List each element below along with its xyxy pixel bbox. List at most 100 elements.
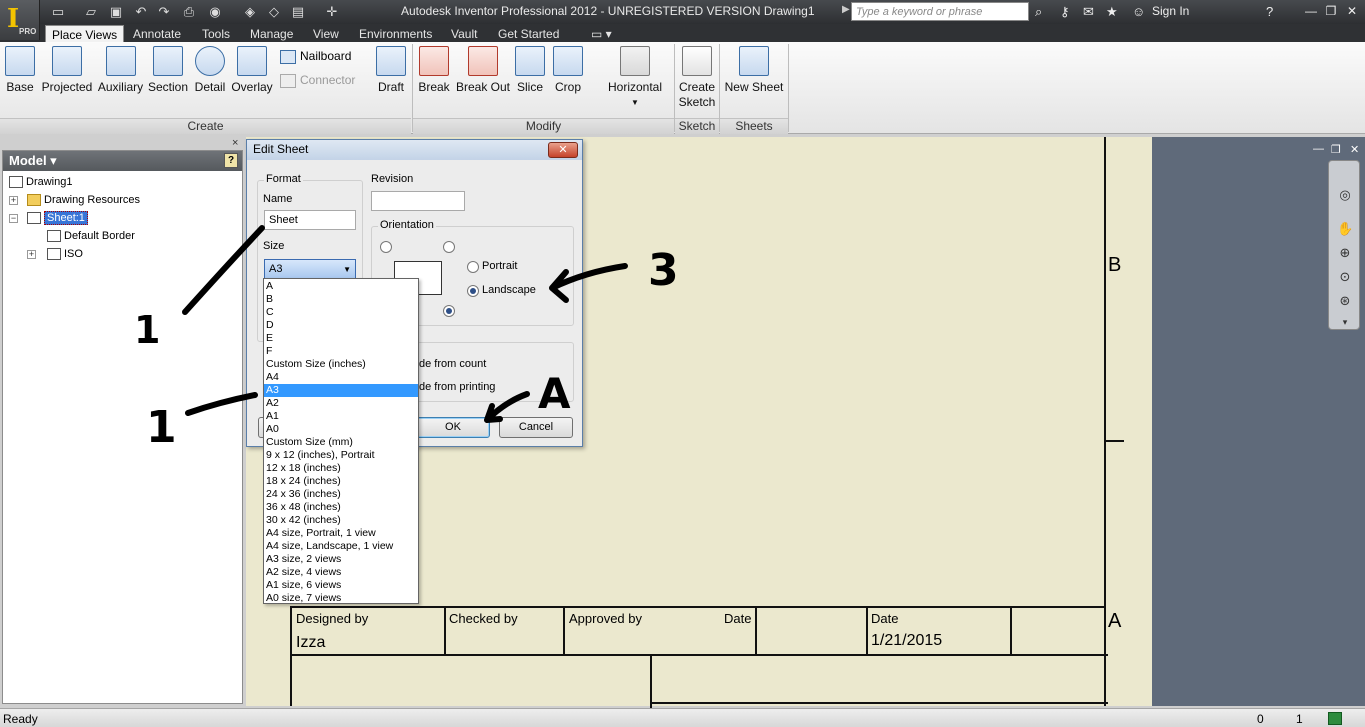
communication-icon[interactable]: ✉ (1083, 4, 1094, 20)
favorites-icon[interactable]: ★ (1106, 4, 1118, 20)
zoom-window-icon[interactable]: ⊛ (1337, 293, 1353, 309)
maximize-button[interactable]: ❐ (1322, 3, 1340, 19)
size-option[interactable]: A2 (264, 397, 418, 410)
help-icon[interactable]: ? (1266, 4, 1273, 19)
navbar-options-icon[interactable]: ▾ (1337, 314, 1353, 330)
size-option[interactable]: A4 size, Landscape, 1 view (264, 540, 418, 553)
tree-item-drawing-resources[interactable]: Drawing Resources (27, 194, 140, 207)
revision-input[interactable] (371, 191, 465, 211)
dialog-title-bar[interactable]: Edit Sheet ✕ (247, 140, 582, 160)
param-icon[interactable]: ▤ (290, 4, 306, 20)
size-option[interactable]: A4 (264, 371, 418, 384)
application-menu-button[interactable]: I PRO (0, 0, 40, 40)
size-option[interactable]: D (264, 319, 418, 332)
portrait-radio[interactable] (467, 261, 479, 273)
size-option[interactable]: 12 x 18 (inches) (264, 462, 418, 475)
exclude-from-count-label[interactable]: de from count (419, 358, 486, 370)
exclude-from-printing-label[interactable]: de from printing (419, 381, 495, 393)
break-button[interactable]: Break (417, 46, 451, 95)
new-icon[interactable]: ▭ (50, 4, 66, 20)
crop-button[interactable]: Crop (552, 46, 584, 95)
section-view-button[interactable]: Section (148, 46, 188, 95)
size-option[interactable]: A4 size, Portrait, 1 view (264, 527, 418, 540)
tree-item-default-border[interactable]: Default Border (47, 230, 135, 243)
print-icon[interactable]: ⎙ (181, 4, 197, 20)
cancel-button[interactable]: Cancel (499, 417, 573, 438)
canvas-restore-icon[interactable]: ❐ (1331, 143, 1341, 156)
size-option[interactable]: E (264, 332, 418, 345)
tree-item-iso-view[interactable]: ISO (47, 248, 83, 261)
tab-vault[interactable]: Vault (445, 25, 483, 42)
tab-annotate[interactable]: Annotate (127, 25, 187, 42)
steering-wheel-icon[interactable]: ◎ (1337, 187, 1353, 203)
ucs-icon[interactable]: ✛ (324, 4, 340, 20)
tree-item-drawing[interactable]: Drawing1 (9, 176, 72, 189)
size-option[interactable]: F (264, 345, 418, 358)
canvas-close-icon[interactable]: ✕ (1350, 143, 1359, 156)
browser-title[interactable]: Model ▾ (9, 153, 57, 168)
break-out-button[interactable]: Break Out (455, 46, 511, 95)
size-option[interactable]: 30 x 42 (inches) (264, 514, 418, 527)
canvas-minimize-icon[interactable]: — (1313, 143, 1324, 155)
binoculars-icon[interactable]: ⌕ (1035, 4, 1042, 20)
measure-icon[interactable]: ◇ (266, 4, 282, 20)
size-option[interactable]: A0 size, 7 views (264, 592, 418, 605)
tab-get-started[interactable]: Get Started (492, 25, 565, 42)
size-option[interactable]: 18 x 24 (inches) (264, 475, 418, 488)
base-view-button[interactable]: Base (4, 46, 36, 95)
expand-iso-icon[interactable]: + (27, 250, 36, 259)
undo-icon[interactable]: ↶ (133, 4, 149, 20)
key-icon[interactable]: ⚷ (1060, 4, 1070, 20)
size-option[interactable]: A2 size, 4 views (264, 566, 418, 579)
select-icon[interactable]: ◉ (207, 4, 223, 20)
size-option[interactable]: 9 x 12 (inches), Portrait (264, 449, 418, 462)
tree-item-sheet[interactable]: Sheet:1 (27, 211, 88, 225)
slice-button[interactable]: Slice (514, 46, 546, 95)
tab-manage[interactable]: Manage (244, 25, 299, 42)
browser-header[interactable]: Model ▾ ? (3, 151, 242, 171)
corner-top-left-radio[interactable] (380, 241, 392, 253)
size-option[interactable]: A3 size, 2 views (264, 553, 418, 566)
horizontal-align-button[interactable]: Horizontal ▼ (605, 46, 665, 110)
size-option[interactable]: A (264, 280, 418, 293)
browser-close-icon[interactable]: × (232, 137, 238, 149)
size-option[interactable]: A0 (264, 423, 418, 436)
dialog-close-button[interactable]: ✕ (548, 142, 578, 158)
corner-top-right-radio[interactable] (443, 241, 455, 253)
size-option[interactable]: C (264, 306, 418, 319)
zoom-icon[interactable]: ⊕ (1337, 245, 1353, 261)
redo-icon[interactable]: ↷ (156, 4, 172, 20)
overlay-view-button[interactable]: Overlay (231, 46, 273, 95)
size-option[interactable]: 36 x 48 (inches) (264, 501, 418, 514)
size-option[interactable]: B (264, 293, 418, 306)
projected-view-button[interactable]: Projected (40, 46, 94, 95)
tab-place-views[interactable]: Place Views (45, 25, 125, 42)
close-window-button[interactable]: ✕ (1343, 3, 1361, 19)
search-expand-icon[interactable]: ▶ (842, 4, 850, 15)
tab-view[interactable]: View (307, 25, 345, 42)
update-icon[interactable]: ◈ (242, 4, 258, 20)
sheet-name-input[interactable]: Sheet (264, 210, 356, 230)
create-sketch-button[interactable]: Create Sketch (678, 46, 716, 110)
horizontal-dropdown-icon[interactable]: ▼ (605, 95, 665, 110)
tab-tools[interactable]: Tools (196, 25, 236, 42)
ok-button[interactable]: OK (416, 417, 490, 438)
draft-view-button[interactable]: Draft (375, 46, 407, 95)
size-option[interactable]: Custom Size (inches) (264, 358, 418, 371)
expand-resources-icon[interactable]: + (9, 196, 18, 205)
zoom-all-icon[interactable]: ⊙ (1337, 269, 1353, 285)
minimize-button[interactable]: — (1302, 3, 1320, 19)
browser-help-icon[interactable]: ? (224, 153, 238, 168)
detail-view-button[interactable]: Detail (192, 46, 228, 95)
size-option[interactable]: 24 x 36 (inches) (264, 488, 418, 501)
auxiliary-view-button[interactable]: Auxiliary (97, 46, 144, 95)
save-icon[interactable]: ▣ (108, 4, 124, 20)
sign-in-link[interactable]: Sign In (1152, 4, 1189, 18)
size-select[interactable]: A3 ▼ (264, 259, 356, 279)
size-option[interactable]: A3 (264, 384, 418, 397)
collapse-sheet-icon[interactable]: − (9, 214, 18, 223)
ribbon-options-icon[interactable]: ▭ ▾ (585, 25, 618, 42)
size-option[interactable]: Custom Size (mm) (264, 436, 418, 449)
size-option[interactable]: A1 (264, 410, 418, 423)
size-option[interactable]: A1 size, 6 views (264, 579, 418, 592)
